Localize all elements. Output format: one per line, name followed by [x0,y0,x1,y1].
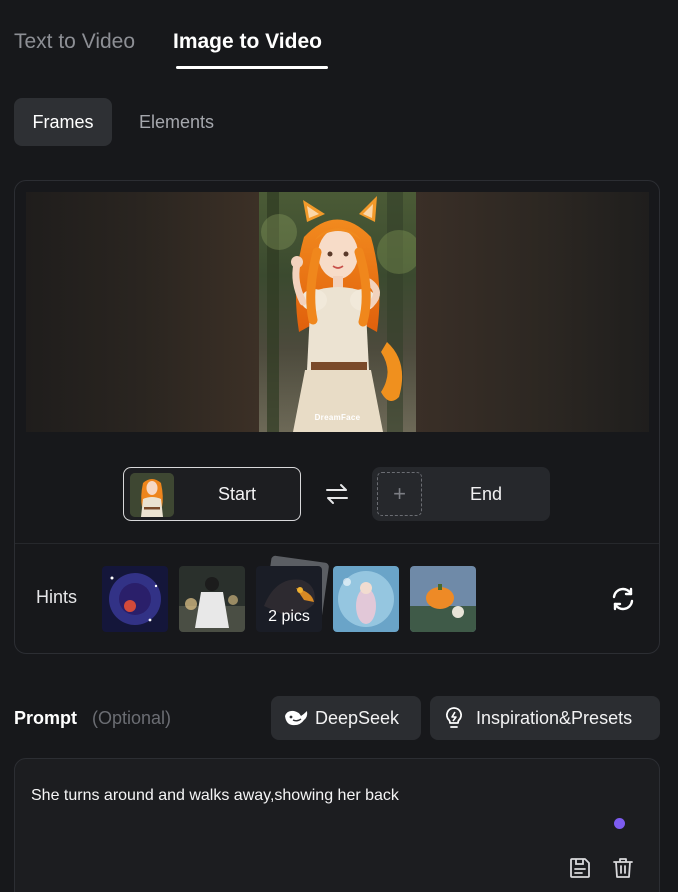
hint-thumbnail-1[interactable] [102,566,168,632]
add-end-frame-icon: + [377,472,422,516]
hint-thumbnail-5[interactable] [410,566,476,632]
end-frame-label: End [469,483,503,504]
fox-girl-illustration [261,192,416,432]
inspiration-presets-button[interactable]: Inspiration&Presets [430,696,660,740]
frame-preview: DreamFace [26,192,649,432]
tab-frames[interactable]: Frames [14,98,112,146]
tab-elements[interactable]: Elements [123,98,230,146]
active-tab-indicator [176,66,328,69]
tab-text-to-video[interactable]: Text to Video [14,28,135,56]
hint-badge: 2 pics [268,608,310,625]
preview-watermark: DreamFace [314,413,361,422]
lightbulb-icon [446,707,462,728]
preview-blur-left [26,192,259,432]
start-frame-label: Start [217,483,256,504]
deepseek-label: DeepSeek [315,708,400,728]
refresh-icon[interactable] [610,586,636,612]
swap-icon[interactable] [324,481,350,507]
hint-thumbnail-2[interactable] [179,566,245,632]
preview-image: DreamFace [259,192,416,432]
start-frame-button[interactable]: Start [123,467,301,521]
status-dot [614,818,625,829]
inspiration-presets-label: Inspiration&Presets [476,708,633,728]
deepseek-whale-icon [285,710,308,726]
prompt-text[interactable]: She turns around and walks away,showing … [31,787,399,805]
frames-panel: DreamFace Start + End Hints 2 pics [14,180,660,654]
start-frame-thumbnail [130,473,174,517]
prompt-optional-label: (Optional) [92,708,172,728]
prompt-input[interactable]: She turns around and walks away,showing … [14,758,660,892]
hint-thumbnail-4[interactable] [333,566,399,632]
prompt-label: Prompt [14,708,77,728]
preview-blur-right [416,192,649,432]
hint-thumbnail-3[interactable]: 2 pics [256,566,322,632]
trash-icon[interactable] [611,856,635,880]
end-frame-button[interactable]: + End [372,467,550,521]
hints-label: Hints [36,587,78,607]
tab-image-to-video[interactable]: Image to Video [173,28,322,56]
save-icon[interactable] [568,856,592,880]
panel-divider [15,543,659,544]
deepseek-button[interactable]: DeepSeek [271,696,421,740]
